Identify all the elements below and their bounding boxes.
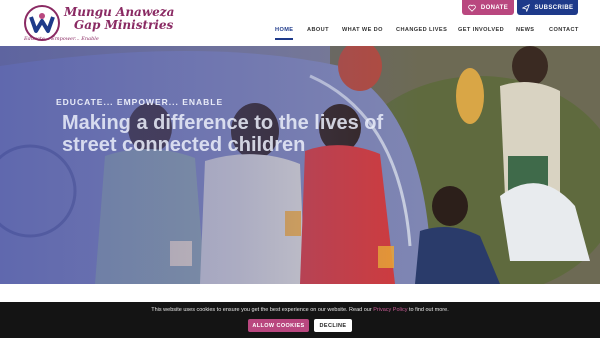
nav-get-involved[interactable]: GET INVOLVED [458,27,504,33]
subscribe-button[interactable]: SUBSCRIBE [517,0,578,15]
decline-cookies-button[interactable]: DECLINE [314,319,352,332]
nav-news[interactable]: NEWS [516,27,534,33]
subscribe-label: SUBSCRIBE [534,4,574,11]
cookie-banner: This website uses cookies to ensure you … [0,302,600,338]
privacy-policy-link[interactable]: Privacy Policy [373,307,407,313]
content-start [0,284,600,302]
nav-what-we-do[interactable]: WHAT WE DO [342,27,383,33]
hero-eyebrow: EDUCATE... EMPOWER... ENABLE [56,97,224,107]
hero-headline: Making a difference to the lives of stre… [62,112,384,156]
hero-overlay [0,46,600,284]
nav-active-indicator [275,38,293,40]
send-icon [521,3,530,12]
cookie-text-before: This website uses cookies to ensure you … [151,307,374,313]
donate-label: DONATE [480,4,509,11]
donate-button[interactable]: DONATE [462,0,514,15]
cookie-text-after: to find out more. [407,307,449,313]
main-nav: HOME ABOUT WHAT WE DO CHANGED LIVES GET … [0,27,600,40]
site-header: Mungu Anaweza Gap Ministries Educate... … [0,0,600,46]
nav-home[interactable]: HOME [275,27,293,33]
heart-icon [468,4,476,12]
nav-about[interactable]: ABOUT [307,27,329,33]
allow-cookies-button[interactable]: ALLOW COOKIES [248,319,309,332]
nav-changed-lives[interactable]: CHANGED LIVES [396,27,447,33]
nav-contact[interactable]: CONTACT [549,27,579,33]
hero-banner: EDUCATE... EMPOWER... ENABLE Making a di… [0,46,600,284]
cookie-message: This website uses cookies to ensure you … [0,307,600,313]
